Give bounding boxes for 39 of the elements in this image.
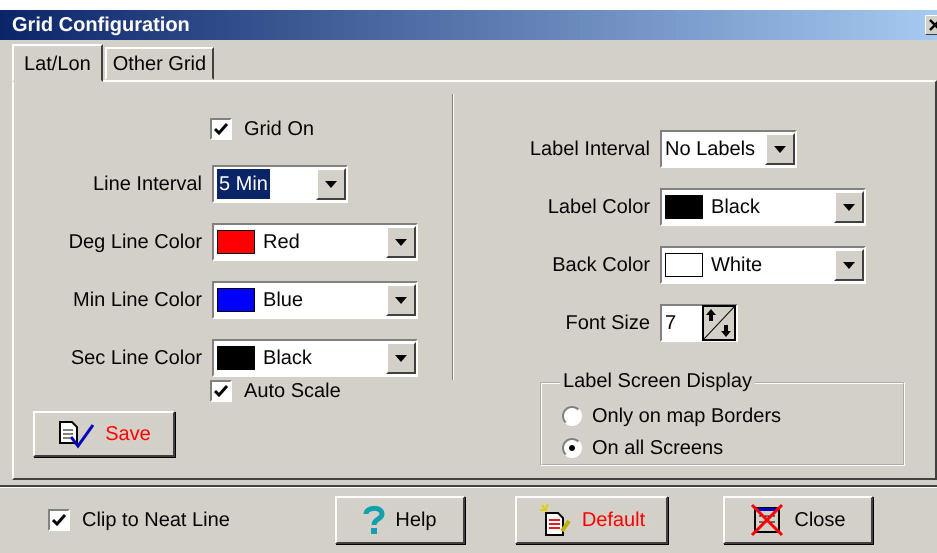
color-dropdown[interactable]: Black (660, 188, 866, 226)
document-sparkle-icon (538, 503, 572, 537)
field-label: Deg Line Color (68, 230, 203, 255)
field-label: Min Line Color (72, 288, 203, 313)
close-button[interactable]: Close (723, 496, 873, 544)
checkbox[interactable] (48, 509, 70, 531)
field-label: Sec Line Color (70, 346, 203, 371)
field-label: Label Interval (528, 137, 651, 162)
tab[interactable]: Lat/Lon (12, 44, 103, 82)
check-icon (214, 385, 228, 397)
color-dropdown[interactable]: Blue (212, 281, 418, 319)
checkbox-label: Grid On (244, 117, 314, 142)
spinner-icon[interactable] (702, 305, 736, 341)
check-icon (52, 514, 66, 526)
field-label: Back Color (551, 253, 651, 278)
group-title: Label Screen Display (560, 370, 755, 392)
tab[interactable]: Other Grid (104, 47, 214, 80)
question-icon (363, 505, 386, 535)
color-dropdown[interactable]: Black (212, 339, 418, 377)
dropdown[interactable]: No Labels (660, 130, 797, 168)
checkbox[interactable] (210, 118, 232, 140)
help-button[interactable]: Help (335, 496, 465, 544)
color-dropdown[interactable]: Red (212, 223, 418, 261)
field-label: Label Color (546, 195, 651, 220)
radio-button[interactable] (562, 406, 582, 426)
color-dropdown[interactable]: White (660, 246, 866, 284)
checkbox-label: Clip to Neat Line (82, 508, 230, 533)
radio-button[interactable] (562, 438, 582, 458)
check-icon (214, 123, 228, 135)
radio-label: Only on map Borders (592, 404, 781, 429)
window-title: Grid Configuration (12, 15, 190, 35)
dropdown[interactable]: 5 Min (212, 165, 348, 203)
field-label: Font Size (564, 311, 651, 336)
checkbox-label: Auto Scale (244, 379, 341, 404)
field-label: Line Interval (92, 172, 203, 197)
spin-field[interactable]: 7 (660, 304, 738, 342)
radio-label: On all Screens (592, 436, 724, 461)
checkbox[interactable] (210, 380, 232, 402)
document-check-icon (57, 419, 96, 449)
